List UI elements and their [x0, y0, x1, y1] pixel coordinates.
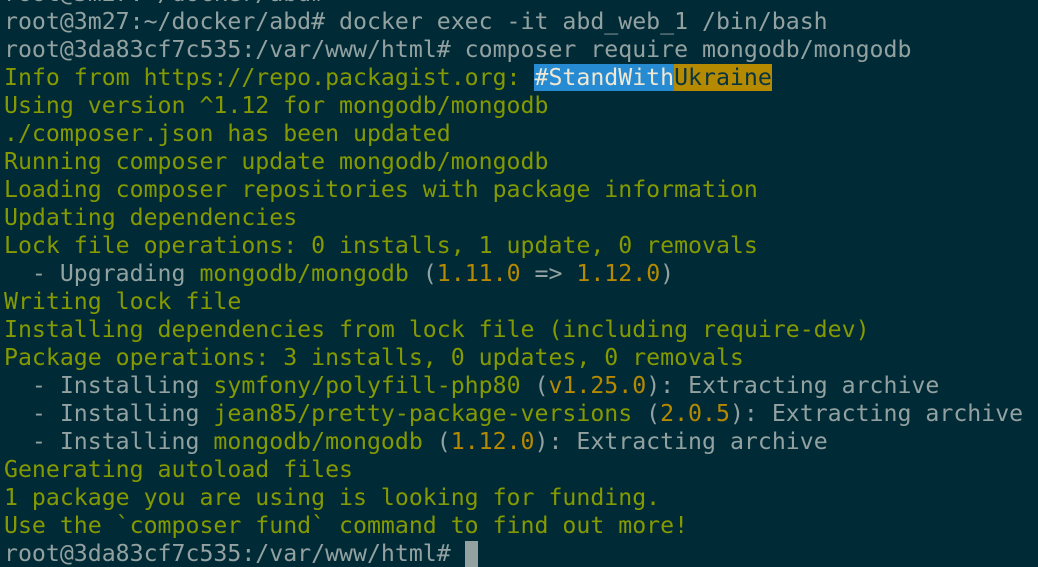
terminal-text-segment: root@3m27:~/docker/abd# docker exec -it …	[4, 8, 828, 35]
terminal-line: ./composer.json has been updated	[4, 120, 1038, 148]
terminal-line: root@3m27:~/docker/abd#	[4, 0, 1038, 8]
terminal-text-segment: (	[632, 400, 661, 427]
terminal-line: - Installing jean85/pretty-package-versi…	[4, 400, 1038, 428]
terminal-text-segment: ): Extracting archive	[534, 428, 828, 455]
terminal-text-segment: 2.0.5	[660, 400, 730, 427]
terminal-text-segment: #StandWith	[534, 64, 675, 91]
terminal-text-segment: (	[422, 428, 451, 455]
terminal-line: Info from https://repo.packagist.org: #S…	[4, 64, 1038, 92]
terminal-line: Writing lock file	[4, 288, 1038, 316]
terminal-line: root@3m27:~/docker/abd# docker exec -it …	[4, 8, 1038, 36]
terminal-text-segment: 1 package you are using is looking for f…	[4, 484, 661, 511]
terminal-text-segment: )	[660, 260, 675, 287]
terminal-text-segment: =>	[520, 260, 577, 287]
terminal-line: Use the `composer fund` command to find …	[4, 512, 1038, 540]
terminal-text-segment: root@3da83cf7c535:/var/www/html#	[4, 540, 465, 567]
terminal-text-segment: Info from https://repo.packagist.org:	[4, 64, 535, 91]
terminal-text-segment: Lock file operations: 0 installs, 1 upda…	[4, 232, 758, 259]
terminal-text-segment: - Upgrading	[4, 260, 200, 287]
terminal-line: 1 package you are using is looking for f…	[4, 484, 1038, 512]
terminal-text-segment: ): Extracting archive	[646, 372, 940, 399]
terminal-line: root@3da83cf7c535:/var/www/html#	[4, 540, 1038, 567]
terminal-text-segment: Package operations: 3 installs, 0 update…	[4, 344, 744, 371]
terminal-text-segment: (	[408, 260, 437, 287]
terminal-window[interactable]: root@3m27:~/docker/abd#root@3m27:~/docke…	[0, 0, 1038, 567]
terminal-text-segment: v1.25.0	[548, 372, 647, 399]
terminal-line: - Upgrading mongodb/mongodb (1.11.0 => 1…	[4, 260, 1038, 288]
terminal-text-segment: Use the `composer fund` command to find …	[4, 512, 689, 539]
terminal-cursor[interactable]	[464, 541, 478, 567]
terminal-text-segment: ): Extracting archive	[729, 400, 1024, 427]
terminal-text-segment: Ukraine	[674, 64, 772, 91]
terminal-text-segment: Writing lock file	[4, 288, 242, 315]
terminal-line: - Installing mongodb/mongodb (1.12.0): E…	[4, 428, 1038, 456]
terminal-text-segment: 1.12.0	[576, 260, 661, 287]
terminal-text-segment: Installing dependencies from lock file (…	[4, 316, 870, 343]
terminal-text-segment: Running composer update mongodb/mongodb	[4, 148, 549, 175]
terminal-line: Lock file operations: 0 installs, 1 upda…	[4, 232, 1038, 260]
terminal-text-segment: 1.12.0	[450, 428, 535, 455]
terminal-text-segment: root@3da83cf7c535:/var/www/html# compose…	[4, 36, 912, 63]
terminal-text-segment: ./composer.json has been updated	[4, 120, 451, 147]
terminal-line: Loading composer repositories with packa…	[4, 176, 1038, 204]
terminal-line: Installing dependencies from lock file (…	[4, 316, 1038, 344]
terminal-text-segment: - Installing	[4, 400, 214, 427]
terminal-line: Running composer update mongodb/mongodb	[4, 148, 1038, 176]
terminal-line: Updating dependencies	[4, 204, 1038, 232]
terminal-text-segment: (	[520, 372, 549, 399]
terminal-text-segment: Updating dependencies	[4, 204, 298, 231]
terminal-text-segment: - Installing	[4, 428, 214, 455]
terminal-text-segment: jean85/pretty-package-versions	[213, 400, 633, 427]
terminal-line: Generating autoload files	[4, 456, 1038, 484]
terminal-text-segment: Loading composer repositories with packa…	[4, 176, 758, 203]
terminal-text-segment: Using version ^1.12 for mongodb/mongodb	[4, 92, 549, 119]
terminal-text-segment: mongodb/mongodb	[213, 428, 423, 455]
terminal-line: root@3da83cf7c535:/var/www/html# compose…	[4, 36, 1038, 64]
terminal-text-segment: root@3m27:~/docker/abd#	[4, 0, 325, 7]
terminal-text-segment: mongodb/mongodb	[199, 260, 409, 287]
terminal-text-segment: Generating autoload files	[4, 456, 354, 483]
terminal-line: Package operations: 3 installs, 0 update…	[4, 344, 1038, 372]
terminal-line: Using version ^1.12 for mongodb/mongodb	[4, 92, 1038, 120]
terminal-text-segment: - Installing	[4, 372, 214, 399]
terminal-line: - Installing symfony/polyfill-php80 (v1.…	[4, 372, 1038, 400]
terminal-text-segment: symfony/polyfill-php80	[213, 372, 521, 399]
terminal-text-segment: 1.11.0	[436, 260, 521, 287]
